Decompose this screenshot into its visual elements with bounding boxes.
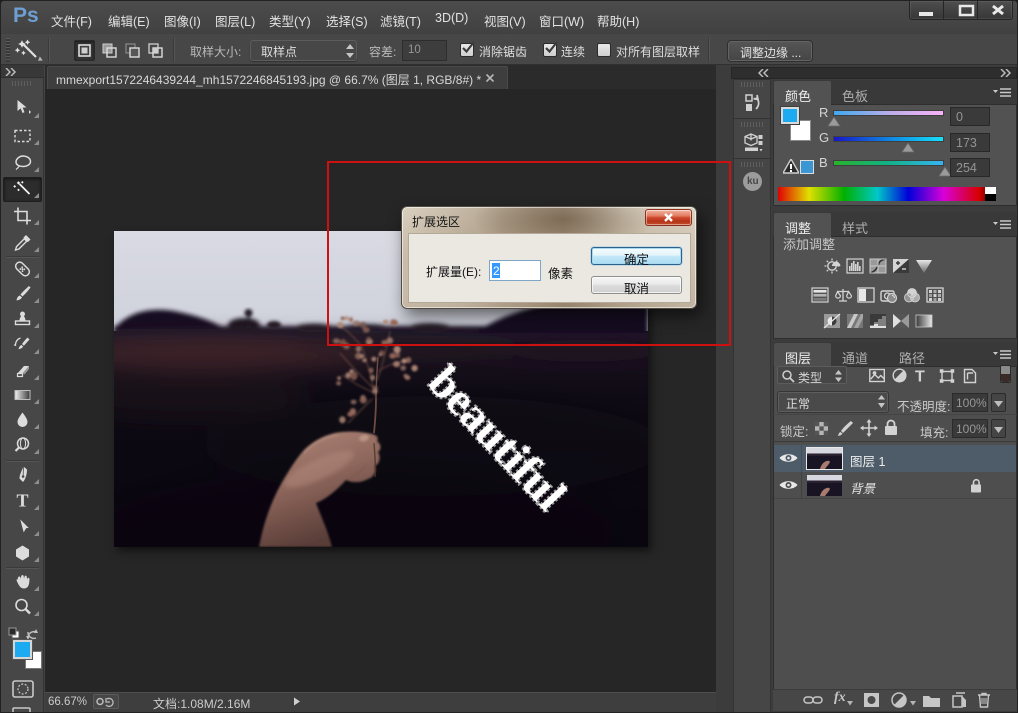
svg-text:T: T — [16, 491, 28, 511]
svg-text:T: T — [915, 369, 925, 386]
